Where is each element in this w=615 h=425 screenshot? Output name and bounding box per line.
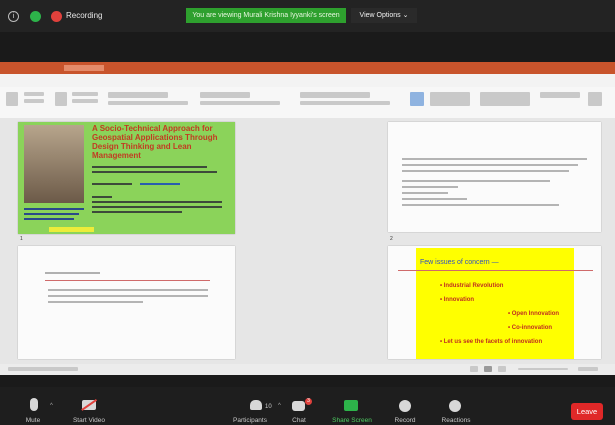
participants-chevron-icon[interactable]: ^ [278,403,281,409]
record-icon[interactable] [399,400,411,412]
recording-dot-icon [51,11,62,22]
slide3-divider [45,280,210,281]
slide4-item: • Co-innovation [508,325,553,331]
ppt-autosave-toggle [64,65,104,71]
slide-number: 2 [390,236,393,242]
participants-button[interactable]: Participants [222,417,278,424]
slide1-title: A Socio-Technical Approach for Geospatia… [92,124,218,160]
slide1-author-line [92,166,207,168]
slide1-bio-line [92,211,182,213]
reactions-button[interactable]: Reactions [433,417,479,424]
slide4-divider [398,270,593,271]
slide1-highlight-bar [49,227,94,232]
slide1-email-line [92,183,132,185]
slide4-item: • Industrial Revolution [440,283,504,289]
slide1-author-line [92,171,217,173]
reactions-icon[interactable] [449,400,461,412]
slide3-text-line [48,301,143,303]
slide3-text-line [48,295,208,297]
slide4-item: • Open Innovation [508,311,560,317]
slide1-portrait-image [24,125,84,203]
mute-button[interactable]: Mute [14,417,52,424]
slide1-bio-line [92,201,222,203]
view-options-button[interactable]: View Options ⌄ [351,8,417,23]
participants-icon[interactable] [250,400,262,410]
record-button[interactable]: Record [386,417,424,424]
ppt-menu-bar [0,74,615,87]
slide3-text-line [48,289,208,291]
slide1-note-line [24,218,74,220]
screen-share-banner: You are viewing Murali Krishna Iyyanki's… [186,8,346,23]
chat-unread-badge: 3 [305,398,312,405]
share-screen-button[interactable]: Share Screen [326,417,378,424]
mute-options-chevron-icon[interactable]: ^ [50,403,53,409]
leave-button[interactable]: Leave [571,403,603,420]
recording-label: Recording [66,11,103,20]
slide4-title: Few issues of concern — [420,259,499,266]
slide-number: 1 [20,236,23,242]
slide1-former-line [92,196,112,198]
slide1-note-line [24,213,79,215]
slide1-phone-line [140,183,180,185]
ppt-ribbon [0,87,615,119]
slide1-bio-line [92,206,222,208]
participant-count: 10 [265,404,272,410]
slide2-text-block [402,158,587,210]
ppt-status-bar [0,364,615,375]
security-shield-icon[interactable] [30,11,41,22]
chat-icon[interactable] [292,401,305,411]
chat-button[interactable]: Chat [284,417,314,424]
slide3-heading-line [45,272,100,274]
slide4-item: • Innovation [440,297,475,303]
start-video-button[interactable]: Start Video [60,417,118,424]
info-icon[interactable]: i [8,11,19,22]
share-screen-icon[interactable] [344,400,358,411]
slide4-item: • Let us see the facets of innovation [440,339,543,345]
microphone-icon[interactable] [30,398,38,411]
slide1-note-line [24,208,84,210]
